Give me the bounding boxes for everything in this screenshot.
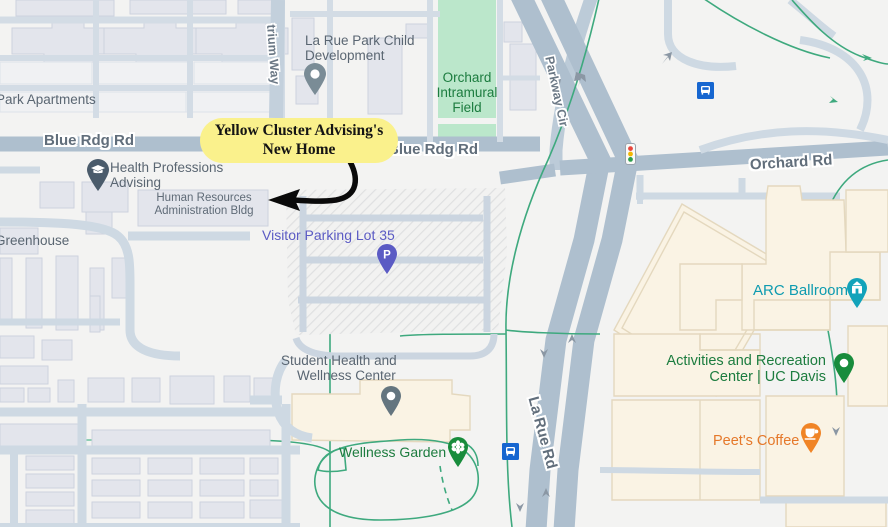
callout-line-2: New Home [262, 140, 336, 158]
annotation-arrow [268, 155, 359, 211]
annotation-callout[interactable]: Yellow Cluster Advising's New Home [200, 118, 398, 163]
map-canvas[interactable]: Blue Rdg Rd Blue Rdg Rd Orchard Rd La Ru… [0, 0, 888, 527]
callout-line-1: Yellow Cluster Advising's [214, 121, 384, 139]
